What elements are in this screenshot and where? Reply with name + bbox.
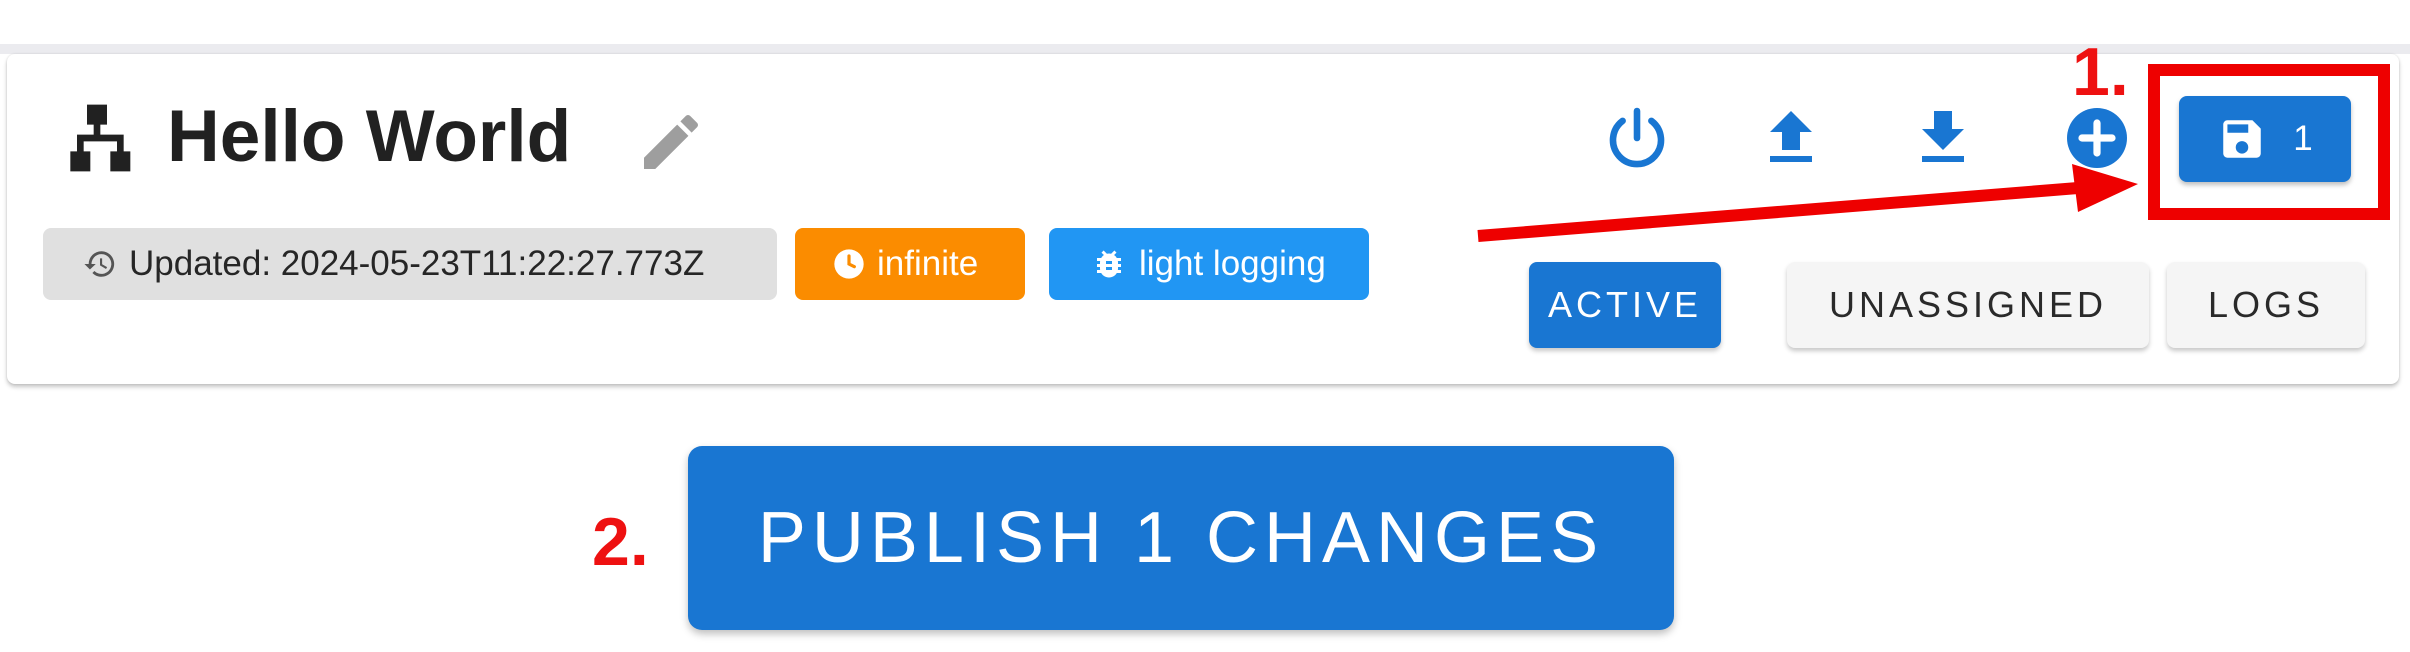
annotation-arrow: [1477, 164, 2138, 242]
